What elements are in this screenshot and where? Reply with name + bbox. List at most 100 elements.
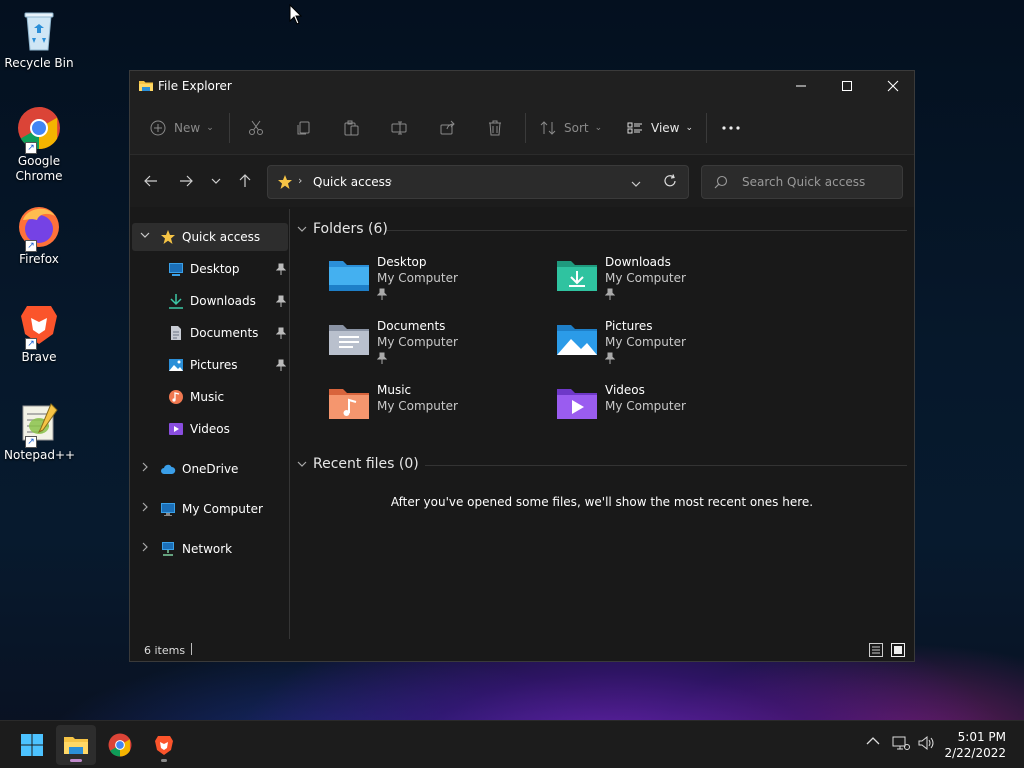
shortcut-arrow-icon: ↗ <box>25 436 37 448</box>
chevron-right-icon[interactable] <box>142 542 148 555</box>
details-view-button[interactable] <box>868 642 884 661</box>
folder-tile-desktop[interactable]: Desktop My Computer <box>327 255 537 311</box>
rename-icon <box>391 121 407 135</box>
minimize-button[interactable] <box>778 71 824 101</box>
desktop-icon-firefox[interactable]: ↗ Firefox <box>4 204 74 267</box>
folder-tile-downloads[interactable]: Downloads My Computer <box>555 255 765 311</box>
sort-button[interactable]: Sort ⌄ <box>540 118 602 138</box>
command-bar: New ⌄ Sort ⌄ View ⌄ <box>130 101 914 155</box>
large-icons-view-button[interactable] <box>890 642 906 661</box>
pane-splitter[interactable] <box>289 209 290 639</box>
title-bar[interactable]: File Explorer <box>130 71 914 101</box>
status-divider <box>191 643 192 655</box>
sidebar-item-pictures[interactable]: Pictures <box>132 351 288 379</box>
close-button[interactable] <box>870 71 916 101</box>
cloud-icon <box>160 461 176 477</box>
delete-button[interactable] <box>487 118 503 138</box>
copy-button[interactable] <box>296 118 312 138</box>
minimize-icon <box>796 85 806 87</box>
network-status-icon[interactable] <box>892 735 910 755</box>
chevron-right-icon[interactable] <box>142 462 148 475</box>
share-button[interactable] <box>440 118 456 138</box>
mouse-cursor-icon <box>289 3 303 26</box>
chevron-down-icon: ⌄ <box>206 123 214 133</box>
paste-button[interactable] <box>343 118 359 138</box>
taskbar-chrome[interactable] <box>100 725 140 765</box>
breadcrumb-separator-icon: › <box>298 174 303 187</box>
sidebar-item-downloads[interactable]: Downloads <box>132 287 288 315</box>
folder-tile-documents[interactable]: Documents My Computer <box>327 319 537 375</box>
folder-tile-music[interactable]: Music My Computer <box>327 383 537 439</box>
see-more-button[interactable] <box>722 118 740 138</box>
sidebar-item-label: OneDrive <box>182 462 239 476</box>
sidebar-item-documents[interactable]: Documents <box>132 319 288 347</box>
folder-location: My Computer <box>377 399 458 413</box>
address-dropdown-button[interactable] <box>631 176 641 190</box>
star-icon <box>277 174 293 193</box>
maximize-button[interactable] <box>824 71 870 101</box>
chevron-down-icon[interactable] <box>140 230 150 241</box>
forward-button[interactable] <box>177 172 195 190</box>
desktop-icon-notepad-plus-plus[interactable]: ↗ Notepad++ <box>4 400 75 463</box>
brave-icon <box>155 736 173 755</box>
desktop-icon-label: Brave <box>21 350 57 364</box>
videos-folder-icon <box>555 383 599 423</box>
chevron-down-icon: ⌄ <box>594 123 603 133</box>
search-input[interactable]: Search Quick access <box>742 175 865 189</box>
sidebar-item-music[interactable]: Music <box>132 383 288 411</box>
music-folder-icon <box>327 383 371 423</box>
sidebar-item-onedrive[interactable]: OneDrive <box>132 455 288 483</box>
cut-button[interactable] <box>248 118 264 138</box>
search-box[interactable]: Search Quick access <box>701 165 903 199</box>
item-count: 6 items <box>144 644 186 657</box>
plus-circle-icon <box>150 120 166 136</box>
address-bar[interactable]: › Quick access › <box>267 165 689 199</box>
new-button[interactable]: New ⌄ <box>150 118 214 138</box>
sidebar-item-label: Quick access <box>182 230 261 244</box>
pin-icon <box>275 359 287 374</box>
folder-tile-pictures[interactable]: Pictures My Computer <box>555 319 765 375</box>
firefox-icon: ↗ <box>17 204 61 252</box>
refresh-button[interactable] <box>663 174 677 191</box>
close-icon <box>887 80 899 92</box>
sidebar-item-my-computer[interactable]: My Computer <box>132 495 288 523</box>
sidebar-item-quick-access[interactable]: Quick access <box>132 223 288 251</box>
sort-icon <box>540 121 556 135</box>
refresh-icon <box>664 174 676 187</box>
pictures-folder-icon <box>555 319 599 359</box>
pin-icon <box>604 288 616 303</box>
sidebar-item-desktop[interactable]: Desktop <box>132 255 288 283</box>
desktop-icon-google-chrome[interactable]: ↗ Google Chrome <box>4 106 74 184</box>
up-button[interactable] <box>236 172 254 190</box>
chevron-right-icon[interactable] <box>142 502 148 515</box>
desktop-icon-brave[interactable]: ↗ Brave <box>4 302 74 365</box>
folders-group-header[interactable]: Folders (6) <box>297 219 388 239</box>
system-clock[interactable]: 5:01 PM 2/22/2022 <box>944 729 1006 761</box>
recycle-bin-icon <box>17 8 61 52</box>
sidebar-item-videos[interactable]: Videos <box>132 415 288 443</box>
toolbar-divider <box>525 113 526 143</box>
view-list-icon <box>627 122 642 134</box>
recent-files-group-header[interactable]: Recent files (0) <box>297 454 419 474</box>
file-explorer-window: File Explorer New ⌄ Sort ⌄ View ⌄ › Quic… <box>129 70 915 662</box>
group-divider <box>387 230 907 231</box>
picture-icon <box>168 357 184 373</box>
more-options-icon <box>722 126 740 130</box>
taskbar-file-explorer[interactable] <box>56 725 96 765</box>
rename-button[interactable] <box>391 118 407 138</box>
view-button[interactable]: View ⌄ <box>627 118 693 138</box>
recent-locations-button[interactable] <box>207 172 225 190</box>
show-hidden-icons-button[interactable] <box>866 735 880 750</box>
desktop-icon-recycle-bin[interactable]: Recycle Bin <box>4 8 74 71</box>
share-icon <box>440 120 455 135</box>
breadcrumb-chevron-icon[interactable]: › <box>388 174 392 187</box>
chevron-down-icon <box>211 178 221 184</box>
taskbar-brave[interactable] <box>144 725 184 765</box>
breadcrumb-quick-access[interactable]: Quick access <box>313 175 391 189</box>
back-button[interactable] <box>142 172 160 190</box>
start-button[interactable] <box>12 725 52 765</box>
sidebar-item-network[interactable]: Network <box>132 535 288 563</box>
folder-tile-videos[interactable]: Videos My Computer <box>555 383 765 439</box>
volume-icon[interactable] <box>918 735 936 755</box>
folder-location: My Computer <box>605 399 686 413</box>
